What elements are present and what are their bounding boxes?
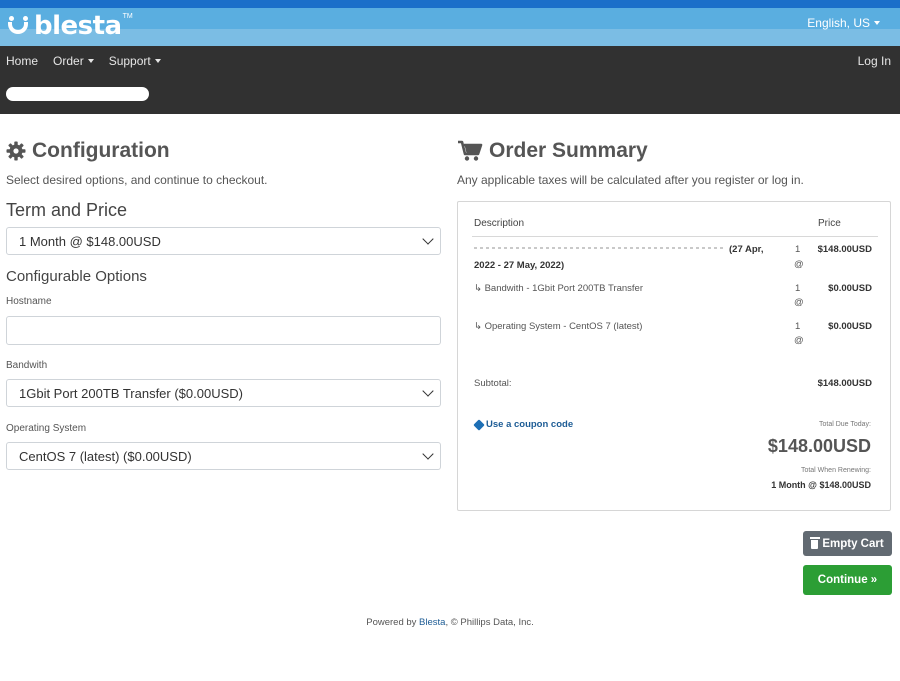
os-label: Operating System <box>6 423 87 434</box>
caret-down-icon <box>154 59 161 63</box>
col-description-header: Description <box>474 218 525 229</box>
os-select[interactable]: CentOS 7 (latest) ($0.00USD) <box>6 442 441 470</box>
redacted-company-name <box>6 87 149 101</box>
subtotal-value: $148.00USD <box>817 378 872 389</box>
logo-trademark: TM <box>122 12 133 20</box>
term-price-select[interactable]: 1 Month @ $148.00USD <box>6 227 441 255</box>
logo-text: blesta <box>34 11 122 41</box>
caret-down-icon <box>874 21 880 25</box>
total-due-value: $148.00USD <box>767 436 871 456</box>
configuration-section: Configuration Select desired options, an… <box>6 138 441 470</box>
login-link[interactable]: Log In <box>858 54 891 68</box>
redacted-product-name <box>474 247 724 249</box>
language-label: English, US <box>807 16 870 30</box>
col-price-header: Price <box>818 218 841 229</box>
renew-label: Total When Renewing: <box>800 467 871 474</box>
bandwidth-value: 1Gbit Port 200TB Transfer ($0.00USD) <box>19 385 243 401</box>
main-navbar: Home Order Support Log In <box>0 46 900 114</box>
chevron-down-icon <box>422 448 434 460</box>
line-item-qty: 1 <box>795 283 801 294</box>
line-item-period-start: (27 Apr, <box>729 244 764 255</box>
line-item-qty: 1 <box>795 244 801 255</box>
blesta-logo-icon <box>6 16 32 36</box>
coupon-link-label: Use a coupon code <box>486 419 574 430</box>
blesta-link[interactable]: Blesta <box>419 617 445 628</box>
trash-icon <box>809 537 820 549</box>
line-item-desc: ↳ Operating System - CentOS 7 (latest) <box>474 321 643 332</box>
nav-home[interactable]: Home <box>6 54 38 68</box>
brand-bar: blesta TM English, US <box>0 8 900 46</box>
subtotal-label: Subtotal: <box>474 378 512 389</box>
chevron-down-icon <box>422 233 434 245</box>
nav-support-label: Support <box>108 54 151 68</box>
configuration-title: Configuration <box>32 139 170 162</box>
top-accent-stripe <box>0 0 900 8</box>
total-due-label: Total Due Today: <box>818 421 871 428</box>
continue-label: Continue » <box>817 574 878 586</box>
empty-cart-button[interactable]: Empty Cart <box>803 531 892 556</box>
configurable-options-heading: Configurable Options <box>6 268 147 285</box>
configuration-subtitle: Select desired options, and continue to … <box>6 173 268 187</box>
order-summary-title: Order Summary <box>489 139 648 162</box>
term-price-value: 1 Month @ $148.00USD <box>19 233 161 249</box>
bandwidth-label: Bandwith <box>6 360 48 371</box>
chevron-down-icon <box>422 385 434 397</box>
order-summary-panel: Description Price (27 Apr, 2022 - 27 May… <box>457 201 891 511</box>
caret-down-icon <box>87 59 94 63</box>
gear-icon <box>6 141 26 161</box>
line-item-price: $0.00USD <box>828 321 872 332</box>
configuration-heading: Configuration <box>6 138 441 164</box>
empty-cart-label: Empty Cart <box>822 537 884 550</box>
order-summary-section: Order Summary Any applicable taxes will … <box>457 138 892 511</box>
nav-home-label: Home <box>6 54 39 68</box>
line-item-period-end: 2022 - 27 May, 2022) <box>474 260 565 271</box>
os-value: CentOS 7 (latest) ($0.00USD) <box>19 448 192 464</box>
nav-order-label: Order <box>53 54 84 68</box>
footer-suffix: , © Phillips Data, Inc. <box>445 617 534 628</box>
coupon-link[interactable]: Use a coupon code <box>473 418 574 431</box>
language-selector[interactable]: English, US <box>807 16 880 30</box>
nav-support[interactable]: Support <box>109 54 161 68</box>
line-item-at: @ <box>794 335 804 346</box>
nav-order[interactable]: Order <box>53 54 94 68</box>
hostname-label: Hostname <box>6 296 52 307</box>
footer: Powered by Blesta, © Phillips Data, Inc. <box>0 617 900 628</box>
continue-button[interactable]: Continue » <box>803 565 892 595</box>
line-item-price: $0.00USD <box>828 283 872 294</box>
renew-value: 1 Month @ $148.00USD <box>771 480 871 490</box>
header-divider <box>472 236 878 237</box>
order-summary-heading: Order Summary <box>457 138 892 164</box>
term-price-heading: Term and Price <box>6 200 128 220</box>
hostname-input[interactable] <box>6 316 441 345</box>
bandwidth-select[interactable]: 1Gbit Port 200TB Transfer ($0.00USD) <box>6 379 441 407</box>
line-item-qty: 1 <box>795 321 801 332</box>
blesta-logo[interactable]: blesta TM <box>6 11 133 41</box>
cart-icon <box>458 140 483 161</box>
tag-icon <box>473 418 485 431</box>
line-item-at: @ <box>794 259 804 270</box>
line-item-at: @ <box>794 297 804 308</box>
line-item-price: $148.00USD <box>817 244 872 255</box>
order-summary-subtitle: Any applicable taxes will be calculated … <box>457 173 804 187</box>
footer-prefix: Powered by <box>366 617 420 628</box>
line-item-desc: ↳ Bandwith - 1Gbit Port 200TB Transfer <box>474 283 644 294</box>
